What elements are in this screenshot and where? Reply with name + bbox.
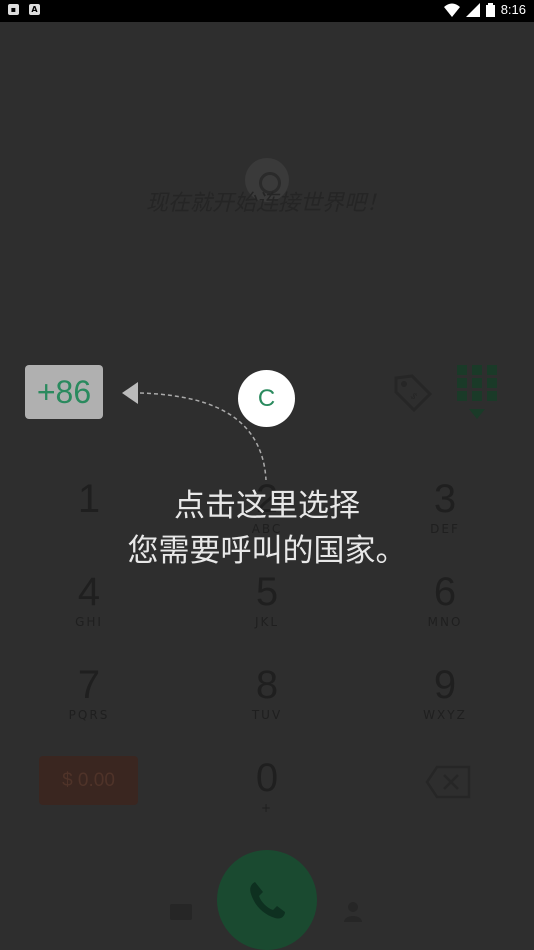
key-5[interactable]: 5 JKL — [197, 569, 337, 629]
key-7[interactable]: 7 PQRS — [19, 662, 159, 722]
wifi-icon — [443, 3, 460, 17]
tutorial-tip: 点击这里选择 您需要呼叫的国家。 — [0, 484, 534, 574]
signal-icon — [465, 2, 480, 17]
country-code-button[interactable]: +86 — [25, 365, 103, 419]
keypad-toggle-icon[interactable] — [455, 363, 499, 423]
welcome-text: 现在就开始连接世界吧！ — [145, 191, 388, 216]
key-8[interactable]: 8 TUV — [197, 662, 337, 722]
contacts-icon[interactable] — [342, 900, 364, 922]
tutorial-tip-line2: 您需要呼叫的国家。 — [127, 533, 407, 569]
price-tag-icon[interactable]: $ — [390, 370, 434, 414]
svg-text:$: $ — [408, 391, 419, 402]
call-button[interactable] — [217, 850, 317, 950]
backspace-icon[interactable] — [425, 765, 471, 799]
battery-icon — [485, 2, 495, 17]
status-bar: ▪ A 8:16 — [0, 0, 534, 22]
tutorial-tip-line1: 点击这里选择 — [174, 488, 360, 524]
key-9[interactable]: 9 WXYZ — [375, 662, 515, 722]
key-0[interactable]: 0 + — [197, 755, 337, 815]
a-icon: A — [29, 4, 40, 15]
status-time: 8:16 — [500, 2, 526, 17]
key-4[interactable]: 4 GHI — [19, 569, 159, 629]
phone-icon — [250, 882, 285, 919]
key-6[interactable]: 6 MNO — [375, 569, 515, 629]
message-icon[interactable] — [170, 904, 192, 920]
tutorial-spotlight[interactable]: C — [238, 370, 295, 427]
notification-icon: ▪ — [8, 4, 19, 15]
balance-button[interactable]: $ 0.00 — [39, 756, 138, 805]
